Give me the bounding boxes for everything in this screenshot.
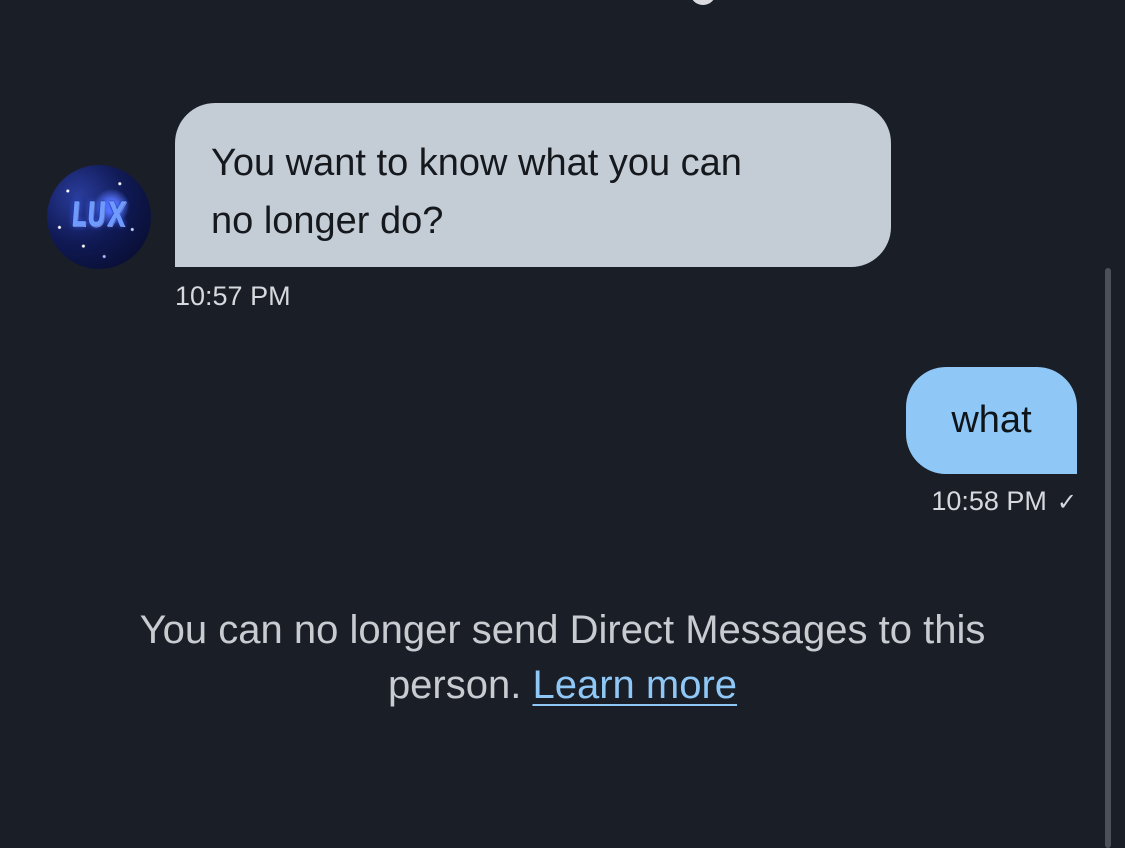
avatar[interactable]: LUX (47, 165, 151, 269)
outgoing-message-timestamp: 10:58 PM (931, 486, 1047, 516)
avatar-logo-text: LUX (69, 195, 129, 235)
outgoing-message-meta: 10:58 PM ✓ (931, 486, 1077, 517)
dm-restriction-notice: You can no longer send Direct Messages t… (40, 603, 1085, 713)
scrollbar[interactable] (1105, 268, 1111, 848)
outgoing-message-text: what (951, 399, 1032, 441)
notice-text: person. (387, 663, 522, 707)
incoming-message-line: You want to know what you can (211, 142, 742, 184)
learn-more-link[interactable]: Learn more (532, 663, 737, 707)
incoming-message-bubble[interactable]: You want to know what you can no longer … (175, 103, 891, 267)
notice-line: You can no longer send Direct Messages t… (139, 608, 986, 652)
cropped-header-glyph (690, 0, 716, 5)
checkmark-icon: ✓ (1056, 489, 1077, 516)
notice-line-2: person. Learn more (40, 658, 1085, 713)
incoming-message-line: no longer do? (211, 200, 444, 242)
incoming-message-timestamp: 10:57 PM (175, 281, 291, 311)
outgoing-message-bubble[interactable]: what (906, 367, 1077, 474)
